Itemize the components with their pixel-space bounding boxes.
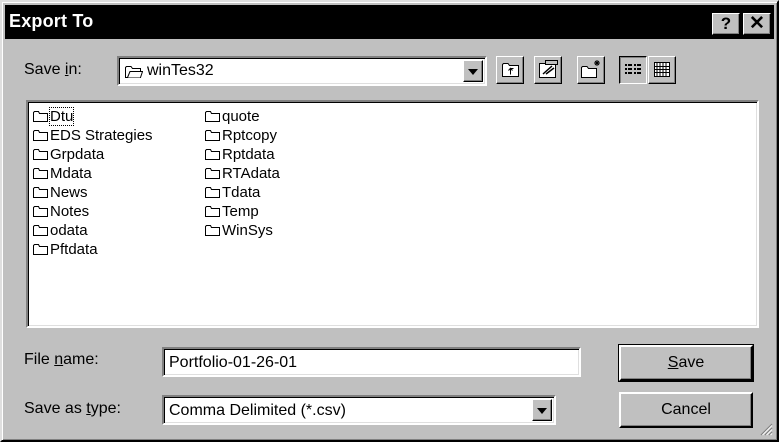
cancel-button[interactable]: Cancel <box>619 392 753 428</box>
folder-item-label: Rptdata <box>222 146 275 163</box>
folder-item-label: quote <box>222 108 260 125</box>
save-in-label: Save in: <box>24 61 82 78</box>
desktop-button[interactable] <box>534 56 562 84</box>
folder-item-label: Temp <box>222 203 259 220</box>
save-in-value: winTes32 <box>147 62 214 79</box>
folder-icon <box>33 225 48 236</box>
folder-icon <box>33 111 48 122</box>
export-dialog: Export To ? ✕ Save in: winTes32 Dtu EDS … <box>0 0 779 442</box>
file-name-label: File name: <box>24 351 99 368</box>
folder-item-label: Grpdata <box>50 146 105 163</box>
chevron-down-icon[interactable] <box>532 399 552 421</box>
help-button[interactable]: ? <box>712 13 740 35</box>
folder-icon <box>205 206 220 217</box>
folder-icon <box>205 168 220 179</box>
folder-icon <box>33 149 48 160</box>
details-view-button[interactable] <box>648 56 676 84</box>
folder-item-label: WinSys <box>222 222 273 239</box>
folder-icon <box>205 225 220 236</box>
new-folder-icon <box>581 60 600 78</box>
folder-icon <box>33 130 48 141</box>
up-one-level-button[interactable] <box>496 56 524 84</box>
file-name-value: Portfolio-01-26-01 <box>169 354 298 371</box>
folder-icon <box>33 168 48 179</box>
dialog-title: Export To <box>9 11 94 31</box>
folder-icon <box>205 149 220 160</box>
folder-item-label: odata <box>50 222 88 239</box>
title-bar[interactable]: Export To ? ✕ <box>5 5 774 39</box>
save-as-type-value: Comma Delimited (*.csv) <box>169 402 346 419</box>
details-view-icon <box>654 62 670 77</box>
folder-icon <box>33 244 48 255</box>
save-button[interactable]: Save <box>618 344 754 382</box>
folder-item-label: Notes <box>50 203 90 220</box>
folder-item-label: Tdata <box>222 184 261 201</box>
list-view-icon <box>625 64 641 74</box>
folder-icon <box>205 111 220 122</box>
desktop-icon <box>539 60 558 78</box>
folder-item-label: News <box>50 184 88 201</box>
save-in-dropdown[interactable]: winTes32 <box>117 56 487 86</box>
folder-icon <box>33 206 48 217</box>
folder-item-label: Pftdata <box>50 241 98 258</box>
file-name-input[interactable]: Portfolio-01-26-01 <box>162 347 581 377</box>
save-as-type-label: Save as type: <box>24 400 121 417</box>
chevron-down-icon[interactable] <box>463 60 483 82</box>
list-view-button[interactable] <box>619 56 647 84</box>
up-folder-icon <box>502 63 519 77</box>
folder-item-label: RTAdata <box>222 165 280 182</box>
resize-grip-icon[interactable] <box>759 422 773 436</box>
open-folder-icon <box>125 66 143 78</box>
folder-icon <box>33 187 48 198</box>
file-list[interactable]: Dtu EDS Strategies Grpdata Mdata News Notes od… <box>26 100 759 328</box>
folder-item-label: EDS Strategies <box>50 127 153 144</box>
folder-item-label: Dtu <box>48 107 75 126</box>
close-button[interactable]: ✕ <box>743 13 771 35</box>
folder-item-label: Rptcopy <box>222 127 278 144</box>
folder-item-label: Mdata <box>50 165 92 182</box>
folder-icon <box>205 130 220 141</box>
folder-icon <box>205 187 220 198</box>
create-new-folder-button[interactable] <box>577 56 605 84</box>
save-as-type-dropdown[interactable]: Comma Delimited (*.csv) <box>162 395 556 425</box>
